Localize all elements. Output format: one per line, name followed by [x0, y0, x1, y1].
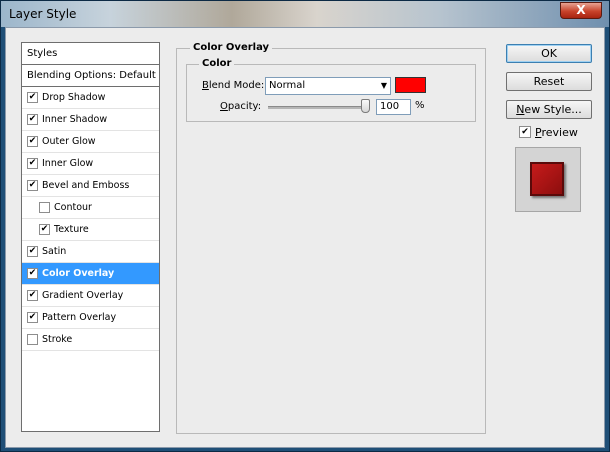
- opacity-slider-track[interactable]: [268, 106, 370, 109]
- blend-mode-value: Normal: [269, 80, 306, 91]
- preview-checkbox[interactable]: ✔: [519, 126, 531, 138]
- style-item[interactable]: ✔ Gradient Overlay: [22, 285, 159, 307]
- style-item[interactable]: ✔ Inner Shadow: [22, 109, 159, 131]
- close-icon: X: [576, 3, 586, 17]
- opacity-input[interactable]: 100: [376, 99, 411, 115]
- preview-label: Preview: [535, 126, 578, 139]
- style-preview-thumbnail: [515, 147, 581, 212]
- style-item-checkbox[interactable]: [39, 202, 50, 213]
- style-item[interactable]: ✔ Color Overlay: [22, 263, 159, 285]
- style-item[interactable]: ✔ Satin: [22, 241, 159, 263]
- style-item-checkbox[interactable]: ✔: [27, 290, 38, 301]
- style-item-label: Bevel and Emboss: [42, 180, 130, 191]
- style-item-label: Satin: [42, 246, 67, 257]
- style-item-checkbox[interactable]: ✔: [27, 92, 38, 103]
- style-item-label: Drop Shadow: [42, 92, 106, 103]
- styles-list: Styles Blending Options: Default ✔ Drop S…: [21, 42, 160, 432]
- title-bar[interactable]: Layer Style X: [1, 1, 609, 27]
- style-item[interactable]: Stroke: [22, 329, 159, 351]
- layer-style-window: Layer Style X Styles Blending Options: D…: [0, 0, 610, 452]
- window-title: Layer Style: [9, 7, 77, 21]
- style-item-label: Stroke: [42, 334, 73, 345]
- color-sub-group-title: Color: [199, 58, 235, 69]
- style-item-checkbox[interactable]: ✔: [27, 312, 38, 323]
- style-item-label: Outer Glow: [42, 136, 96, 147]
- style-item[interactable]: ✔ Pattern Overlay: [22, 307, 159, 329]
- style-item-label: Inner Glow: [42, 158, 94, 169]
- opacity-slider-thumb[interactable]: [361, 99, 370, 113]
- style-item-checkbox[interactable]: ✔: [27, 180, 38, 191]
- dialog-client-area: Styles Blending Options: Default ✔ Drop S…: [5, 27, 605, 448]
- styles-items: ✔ Drop Shadow ✔ Inner Shadow ✔ Outer Glow ✔ Inn…: [22, 87, 159, 351]
- style-item-checkbox[interactable]: ✔: [27, 114, 38, 125]
- style-item[interactable]: ✔ Bevel and Emboss: [22, 175, 159, 197]
- color-overlay-title: Color Overlay: [190, 42, 273, 53]
- close-button[interactable]: X: [560, 2, 602, 19]
- style-item-label: Inner Shadow: [42, 114, 108, 125]
- new-style-button[interactable]: New Style...: [506, 100, 592, 119]
- style-item-checkbox[interactable]: ✔: [27, 136, 38, 147]
- style-item-checkbox[interactable]: ✔: [27, 268, 38, 279]
- style-item-checkbox[interactable]: ✔: [27, 246, 38, 257]
- blend-mode-select[interactable]: Normal ▼: [265, 77, 391, 95]
- style-item-checkbox[interactable]: ✔: [39, 224, 50, 235]
- style-item-label: Color Overlay: [42, 268, 115, 279]
- style-item[interactable]: ✔ Inner Glow: [22, 153, 159, 175]
- style-item-checkbox[interactable]: [27, 334, 38, 345]
- blending-options-item[interactable]: Blending Options: Default: [22, 65, 159, 87]
- preview-tile: [530, 162, 564, 196]
- style-item[interactable]: ✔ Texture: [22, 219, 159, 241]
- reset-button[interactable]: Reset: [506, 72, 592, 91]
- chevron-down-icon: ▼: [380, 81, 387, 90]
- blend-mode-label: Blend Mode:: [202, 80, 265, 91]
- ok-button[interactable]: OK: [506, 44, 592, 63]
- style-item[interactable]: ✔ Outer Glow: [22, 131, 159, 153]
- style-item-label: Gradient Overlay: [42, 290, 124, 301]
- opacity-unit: %: [415, 100, 425, 111]
- style-item-label: Pattern Overlay: [42, 312, 117, 323]
- style-item-label: Texture: [54, 224, 89, 235]
- overlay-color-swatch[interactable]: [395, 77, 426, 93]
- style-item[interactable]: ✔ Drop Shadow: [22, 87, 159, 109]
- styles-header[interactable]: Styles: [22, 43, 159, 65]
- style-item-checkbox[interactable]: ✔: [27, 158, 38, 169]
- opacity-label: Opacity:: [220, 101, 262, 112]
- style-item-label: Contour: [54, 202, 92, 213]
- style-item[interactable]: Contour: [22, 197, 159, 219]
